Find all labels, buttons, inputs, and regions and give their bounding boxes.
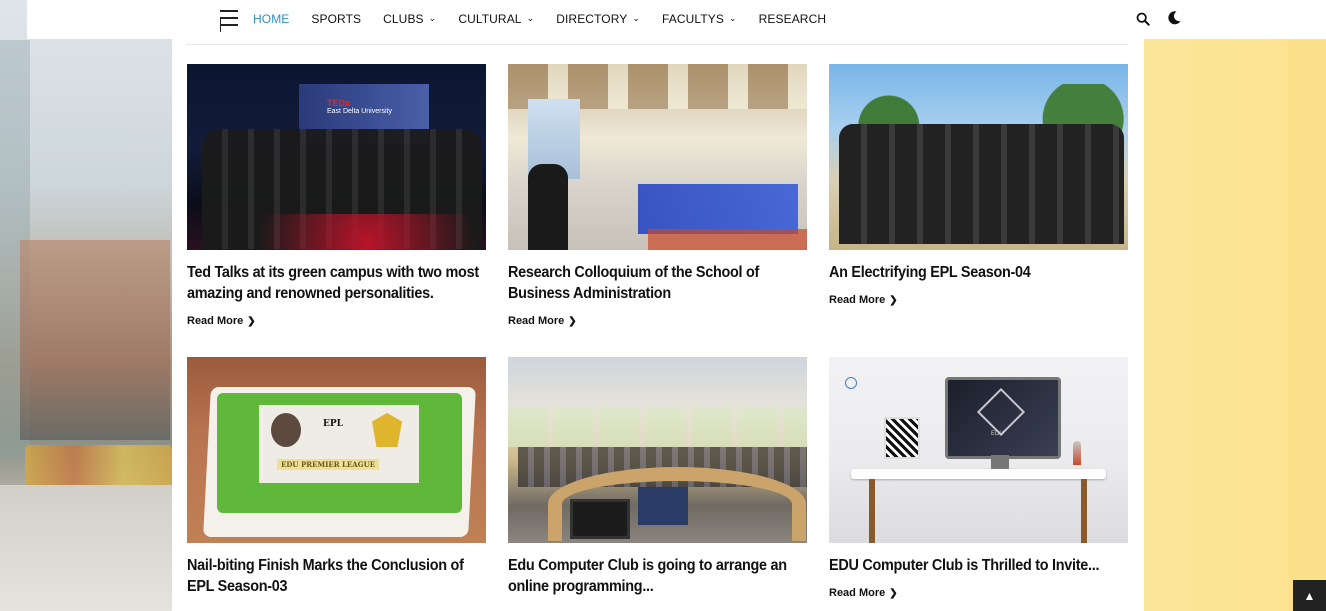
background-building [20, 240, 170, 440]
chevron-down-icon: ⌄ [428, 12, 437, 23]
table-top [851, 469, 1106, 479]
cake-title: EPL [323, 419, 343, 429]
ted-venue-text: East Delta University [327, 108, 392, 115]
nav-label: HOME [253, 12, 290, 26]
nav-item-home[interactable]: HOME [253, 12, 289, 26]
qr-code [884, 417, 920, 459]
background-side-panel [1144, 39, 1326, 611]
chevron-down-icon: ⌄ [632, 12, 641, 23]
post-title[interactable]: Edu Computer Club is going to arrange an… [508, 555, 806, 597]
background-stripe [1288, 39, 1326, 611]
post-thumbnail-computer-club-invite[interactable]: EDU [829, 357, 1128, 543]
university-crest [271, 413, 301, 447]
nav-label: FACULTYS [662, 12, 724, 26]
chevron-right-icon: ❯ [889, 587, 898, 599]
nav-item-sports[interactable]: SPORTS [311, 12, 361, 26]
hamburger-icon[interactable] [220, 10, 238, 32]
post-thumbnail-ted-talks[interactable]: TEDx East Delta University [187, 64, 486, 250]
audience-seats [638, 184, 798, 234]
rocket-icon [1073, 441, 1081, 465]
read-more-link[interactable]: Read More ❯ [829, 587, 898, 599]
read-more-label: Read More [829, 294, 886, 306]
post-title[interactable]: An Electrifying EPL Season-04 [829, 262, 1127, 283]
chevron-right-icon: ❯ [889, 294, 898, 306]
post-card: TEDx East Delta University Ted Talks at … [187, 64, 486, 329]
team-photo [839, 124, 1124, 244]
table-leg [869, 479, 875, 543]
post-title[interactable]: Research Colloquium of the School of Bus… [508, 262, 806, 304]
speaker-figure [528, 164, 568, 250]
monitor [638, 487, 688, 525]
chevron-right-icon: ❯ [247, 315, 256, 327]
chevron-down-icon: ⌄ [526, 12, 535, 23]
nav-item-clubs[interactable]: CLUBS ⌄ [383, 12, 436, 26]
ted-logo: TEDx [327, 98, 351, 108]
post-card: EPL EDU PREMIER LEAGUE Nail-biting Finis… [187, 357, 486, 597]
nav-item-research[interactable]: RESEARCH [759, 12, 826, 26]
post-card: Research Colloquium of the School of Bus… [508, 64, 807, 329]
read-more-link[interactable]: Read More ❯ [187, 315, 256, 327]
search-icon[interactable] [1136, 12, 1150, 26]
post-thumbnail-research-colloquium[interactable] [508, 64, 807, 250]
read-more-label: Read More [829, 587, 886, 599]
windows [508, 407, 807, 447]
background-flowerbed [25, 445, 172, 485]
main-nav: HOME SPORTS CLUBS ⌄ CULTURAL ⌄ DIRECTORY ⌄ … [253, 0, 848, 38]
read-more-link[interactable]: Read More ❯ [829, 294, 898, 306]
background-walkway [0, 485, 172, 611]
post-card: Edu Computer Club is going to arrange an… [508, 357, 807, 597]
floor-carpet [648, 229, 807, 250]
back-to-top-button[interactable]: ▲ [1293, 580, 1326, 611]
post-title[interactable]: EDU Computer Club is Thrilled to Invite.… [829, 555, 1127, 576]
nav-item-directory[interactable]: DIRECTORY ⌄ [556, 12, 640, 26]
nav-label: CULTURAL [458, 12, 522, 26]
read-more-label: Read More [187, 315, 244, 327]
post-title[interactable]: Ted Talks at its green campus with two m… [187, 262, 485, 304]
post-card: An Electrifying EPL Season-04 Read More ❯ [829, 64, 1128, 308]
decor-circle [845, 377, 857, 389]
moon-icon[interactable] [1166, 10, 1182, 26]
post-card: EDU EDU Computer Club is Thrilled to Inv… [829, 357, 1128, 601]
nav-label: DIRECTORY [556, 12, 628, 26]
nav-label: RESEARCH [758, 12, 827, 26]
background-campus-image [0, 0, 172, 611]
header-divider [186, 44, 1128, 45]
nav-item-facultys[interactable]: FACULTYS ⌄ [662, 12, 737, 26]
chevron-down-icon: ⌄ [728, 12, 737, 23]
post-title[interactable]: Nail-biting Finish Marks the Conclusion … [187, 555, 485, 597]
stage-light [187, 214, 486, 250]
read-more-link[interactable]: Read More ❯ [508, 315, 577, 327]
monitor-stand [991, 455, 1009, 469]
chevron-up-icon: ▲ [1303, 588, 1316, 603]
cake-league-text: EDU PREMIER LEAGUE [277, 459, 380, 470]
nav-label: SPORTS [311, 12, 362, 26]
post-thumbnail-epl-season-03[interactable]: EPL EDU PREMIER LEAGUE [187, 357, 486, 543]
monitor [570, 499, 630, 539]
read-more-label: Read More [508, 315, 565, 327]
chevron-right-icon: ❯ [568, 315, 577, 327]
table-leg [1081, 479, 1087, 543]
post-thumbnail-online-programming[interactable] [508, 357, 807, 543]
nav-item-cultural[interactable]: CULTURAL ⌄ [458, 12, 534, 26]
nav-label: CLUBS [383, 12, 424, 26]
post-thumbnail-epl-season-04[interactable] [829, 64, 1128, 250]
monitor-text: EDU [991, 431, 1004, 437]
